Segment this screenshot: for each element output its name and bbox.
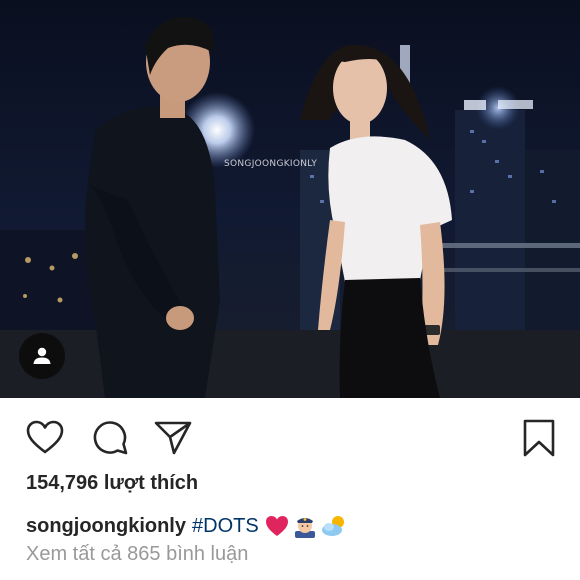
bookmark-icon (523, 419, 555, 457)
post-actions-bar (0, 398, 580, 468)
post-caption: songjoongkionly #DOTS (26, 514, 351, 538)
post-photo[interactable]: SONGJOONGKIONLY (0, 0, 580, 398)
photo-watermark: SONGJOONGKIONLY (224, 159, 318, 169)
like-button[interactable] (25, 418, 65, 458)
view-all-comments-link[interactable]: Xem tất cả 865 bình luận (26, 543, 248, 566)
tagged-users-button[interactable] (19, 333, 65, 379)
share-button[interactable] (153, 418, 193, 458)
paper-plane-icon (154, 421, 192, 455)
speech-bubble-icon (93, 421, 128, 455)
user-tag-icon (33, 347, 51, 364)
heart-icon (26, 420, 64, 454)
post-image (0, 0, 580, 398)
sun-behind-cloud-emoji (321, 516, 344, 536)
likes-count[interactable]: 154,796 lượt thích (26, 472, 198, 495)
red-heart-emoji (265, 516, 288, 536)
caption-username[interactable]: songjoongkionly (26, 515, 186, 538)
police-officer-emoji (294, 518, 315, 538)
comment-button[interactable] (90, 418, 130, 458)
save-button[interactable] (519, 418, 559, 458)
caption-hashtag[interactable]: #DOTS (192, 515, 259, 538)
